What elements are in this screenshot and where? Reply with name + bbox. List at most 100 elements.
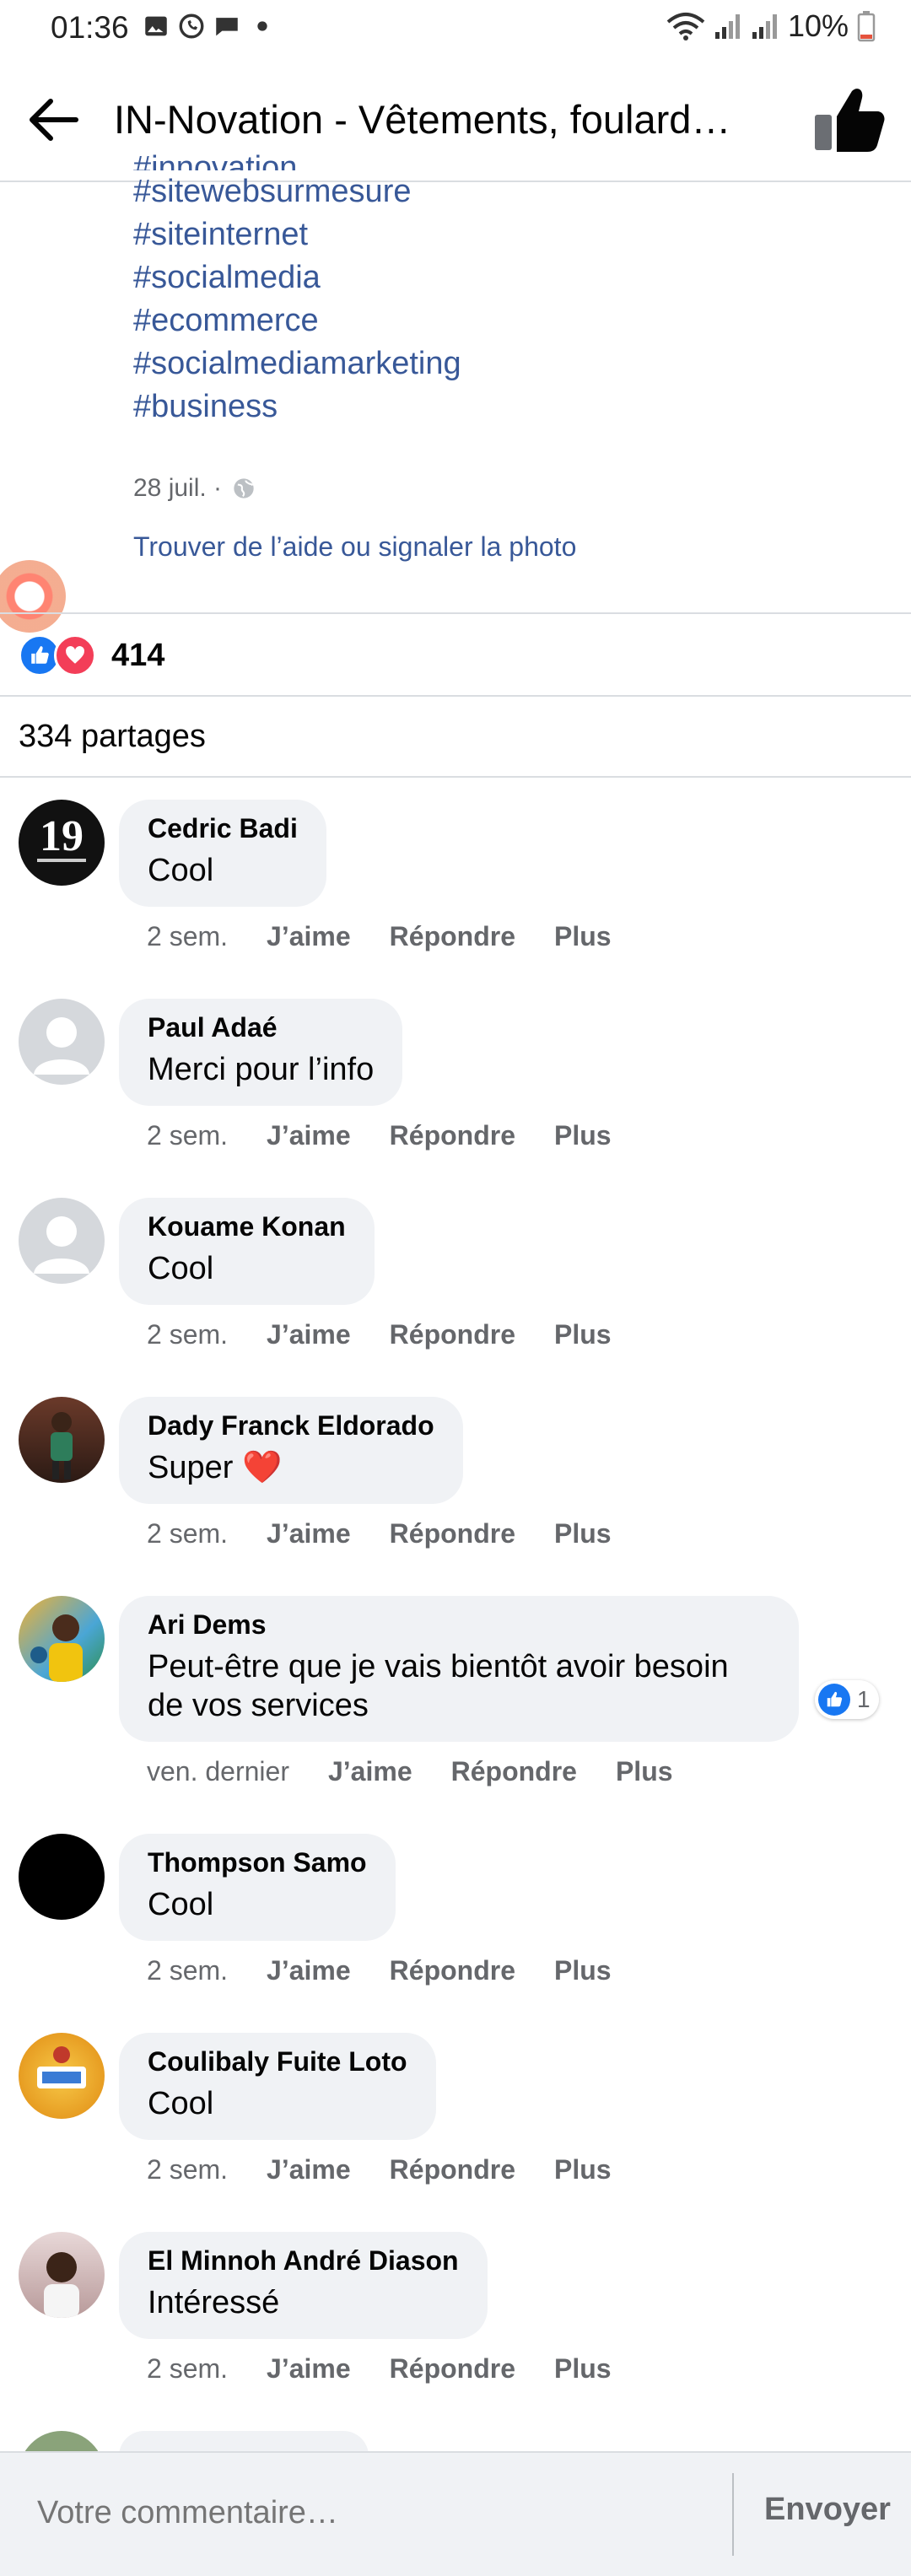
reply-button[interactable]: Répondre: [390, 921, 515, 952]
avatar[interactable]: [19, 1397, 105, 1483]
signal-2-icon: [752, 14, 777, 39]
comment-bubble[interactable]: Cedric Badi Cool: [119, 800, 326, 907]
like-button[interactable]: J’aime: [267, 1518, 351, 1549]
avatar[interactable]: 19: [19, 800, 105, 886]
like-button[interactable]: J’aime: [267, 921, 351, 952]
like-button[interactable]: J’aime: [328, 1756, 412, 1787]
reactions-summary[interactable]: 414: [19, 634, 164, 676]
comment-actions: 2 sem. J’aime Répondre Plus: [147, 2353, 612, 2385]
comment-time[interactable]: 2 sem.: [147, 921, 228, 952]
comment-time[interactable]: 2 sem.: [147, 1319, 228, 1350]
comment-time[interactable]: 2 sem.: [147, 1518, 228, 1549]
avatar[interactable]: [19, 2232, 105, 2318]
floating-chat-head[interactable]: [0, 560, 66, 633]
comment-item: Dady Franck Eldorado Super ❤️ 2 sem. J’a…: [0, 1397, 911, 1596]
hashtag[interactable]: #siteinternet: [133, 213, 876, 256]
hashtag[interactable]: #socialmedia: [133, 256, 876, 299]
commenter-name[interactable]: Dady Franck Eldorado: [148, 1410, 434, 1442]
comment-text: Cool: [148, 1251, 214, 1286]
comment-actions: 2 sem. J’aime Répondre Plus: [147, 1955, 612, 1986]
battery-percent: 10%: [787, 8, 849, 43]
comment-bubble[interactable]: El Minnoh André Diason Intéressé: [119, 2232, 488, 2339]
like-button[interactable]: J’aime: [267, 1955, 351, 1986]
comment-item: Ari Dems Peut-être que je vais bientôt a…: [0, 1596, 911, 1834]
reply-button[interactable]: Répondre: [390, 1319, 515, 1350]
comment-text: Intéressé: [148, 2285, 280, 2320]
comment-text: Cool: [148, 2086, 214, 2121]
reply-button[interactable]: Répondre: [390, 2154, 515, 2185]
like-button[interactable]: J’aime: [267, 1319, 351, 1350]
comment-text: Cool: [148, 1887, 214, 1922]
reply-button[interactable]: Répondre: [390, 1518, 515, 1549]
comment-actions: 2 sem. J’aime Répondre Plus: [147, 1319, 612, 1350]
like-button[interactable]: J’aime: [267, 2154, 351, 2185]
commenter-name[interactable]: Cedric Badi: [148, 813, 298, 844]
system-status: 10%: [666, 8, 876, 44]
comment-item: Paul Adaé Merci pour l’info 2 sem. J’aim…: [0, 999, 911, 1198]
more-button[interactable]: Plus: [554, 1120, 612, 1151]
more-button[interactable]: Plus: [554, 1319, 612, 1350]
comment-item: 19 Cedric Badi Cool 2 sem. J’aime Répond…: [0, 800, 911, 999]
like-button[interactable]: J’aime: [267, 2353, 351, 2385]
more-button[interactable]: Plus: [554, 1955, 612, 1986]
more-button[interactable]: Plus: [554, 1518, 612, 1549]
more-button[interactable]: Plus: [616, 1756, 673, 1787]
comment-time[interactable]: 2 sem.: [147, 1955, 228, 1986]
comment-actions: ven. dernier J’aime Répondre Plus: [147, 1756, 673, 1787]
reply-button[interactable]: Répondre: [390, 2353, 515, 2385]
comment-time[interactable]: 2 sem.: [147, 1120, 228, 1151]
gallery-notification-icon: [145, 16, 167, 36]
hashtag-partial[interactable]: #innovation: [133, 147, 876, 170]
avatar[interactable]: [19, 999, 105, 1085]
comment-time[interactable]: 2 sem.: [147, 2353, 228, 2385]
whatsapp-notification-icon: [179, 13, 204, 39]
reply-button[interactable]: Répondre: [451, 1756, 577, 1787]
comment-actions: 2 sem. J’aime Répondre Plus: [147, 921, 612, 952]
comments-list: 19 Cedric Badi Cool 2 sem. J’aime Répond…: [0, 800, 911, 2482]
thumbs-up-icon[interactable]: [810, 84, 886, 155]
send-button[interactable]: Envoyer: [764, 2492, 891, 2528]
comment-composer: Envoyer: [0, 2451, 911, 2576]
hashtag[interactable]: #business: [133, 385, 876, 428]
comment-bubble[interactable]: Thompson Samo Cool: [119, 1834, 396, 1941]
reply-button[interactable]: Répondre: [390, 1120, 515, 1151]
commenter-name[interactable]: El Minnoh André Diason: [148, 2245, 459, 2277]
avatar[interactable]: [19, 2033, 105, 2119]
avatar[interactable]: [19, 1198, 105, 1284]
more-button[interactable]: Plus: [554, 2154, 612, 2185]
avatar[interactable]: [19, 1596, 105, 1682]
hashtag[interactable]: #sitewebsurmesure: [133, 170, 876, 213]
post-caption: #innovation #sitewebsurmesure #siteinter…: [133, 150, 876, 428]
divider: [0, 612, 911, 614]
wifi-icon: [666, 13, 705, 40]
more-button[interactable]: Plus: [554, 921, 612, 952]
comment-bubble[interactable]: Ari Dems Peut-être que je vais bientôt a…: [119, 1596, 799, 1742]
back-arrow-icon[interactable]: [25, 94, 84, 145]
comment-reaction-count: 1: [857, 1686, 871, 1712]
more-notifications-dot-icon: [257, 21, 267, 31]
comment-actions: 2 sem. J’aime Répondre Plus: [147, 1518, 612, 1549]
hashtag[interactable]: #ecommerce: [133, 299, 876, 342]
like-button[interactable]: J’aime: [267, 1120, 351, 1151]
comment-time[interactable]: ven. dernier: [147, 1756, 289, 1787]
comment-bubble[interactable]: Dady Franck Eldorado Super ❤️: [119, 1397, 463, 1504]
comment-reaction-badge[interactable]: 1: [815, 1680, 879, 1719]
help-report-link[interactable]: Trouver de l’aide ou signaler la photo: [133, 531, 576, 563]
divider: [0, 776, 911, 778]
comment-input[interactable]: [35, 2487, 714, 2539]
more-button[interactable]: Plus: [554, 2353, 612, 2385]
commenter-name[interactable]: Ari Dems: [148, 1609, 770, 1641]
reply-button[interactable]: Répondre: [390, 1955, 515, 1986]
signal-icon: [714, 14, 740, 39]
hashtag[interactable]: #socialmediamarketing: [133, 342, 876, 385]
commenter-name[interactable]: Thompson Samo: [148, 1847, 367, 1878]
comment-bubble[interactable]: Kouame Konan Cool: [119, 1198, 375, 1305]
comment-bubble[interactable]: Coulibaly Fuite Loto Cool: [119, 2033, 436, 2140]
shares-count[interactable]: 334 partages: [19, 719, 206, 755]
commenter-name[interactable]: Paul Adaé: [148, 1012, 374, 1043]
comment-time[interactable]: 2 sem.: [147, 2154, 228, 2185]
commenter-name[interactable]: Kouame Konan: [148, 1211, 346, 1242]
commenter-name[interactable]: Coulibaly Fuite Loto: [148, 2046, 407, 2078]
comment-bubble[interactable]: Paul Adaé Merci pour l’info: [119, 999, 403, 1106]
avatar[interactable]: [19, 1834, 105, 1920]
